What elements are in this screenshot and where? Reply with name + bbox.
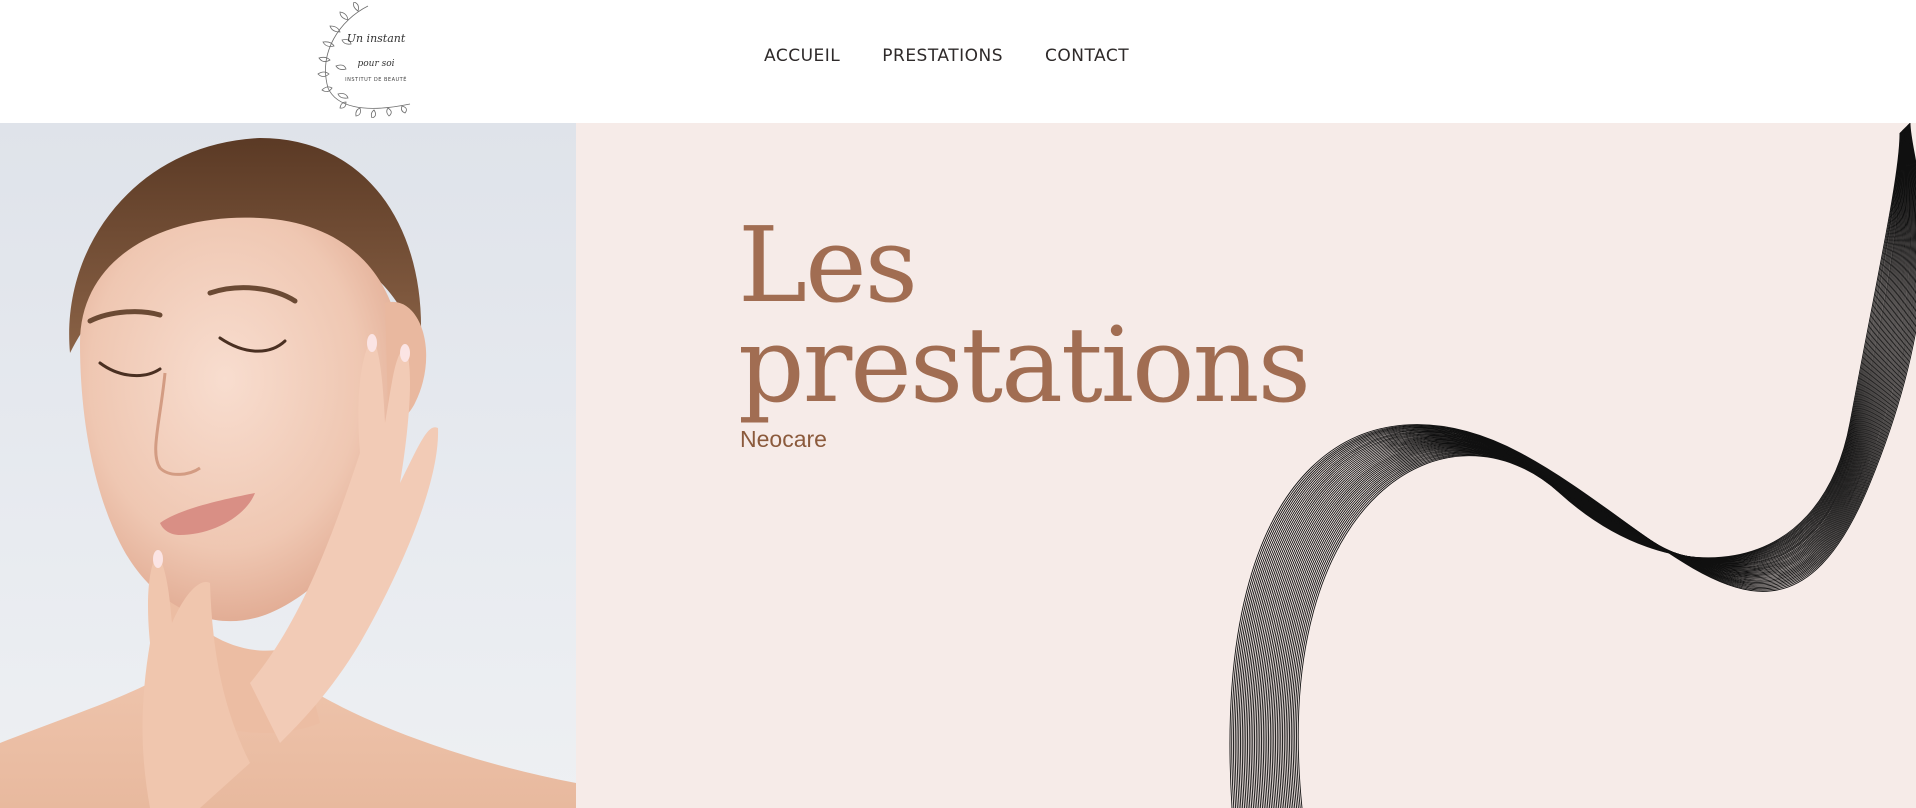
laurel-wreath-logo-icon: Un instant pour soi INSTITUT DE BEAUTÉ — [317, 2, 411, 118]
wave-line — [1296, 132, 1901, 808]
wave-line — [1257, 127, 1910, 808]
nav-contact[interactable]: CONTACT — [1045, 46, 1129, 66]
site-header: Un instant pour soi INSTITUT DE BEAUTÉ A… — [0, 0, 1916, 123]
logo-line2: pour soi — [357, 59, 394, 69]
hero-section: Les prestations Neocare — [0, 123, 1916, 808]
wave-line — [1264, 128, 1907, 808]
wave-line — [1241, 124, 1916, 808]
logo-line3: INSTITUT DE BEAUTÉ — [345, 75, 407, 83]
wave-line — [1254, 126, 1912, 808]
wave-line — [1240, 124, 1916, 808]
nav-prestations[interactable]: PRESTATIONS — [882, 46, 1003, 66]
wave-line — [1245, 125, 1916, 808]
logo-line1: Un instant — [347, 32, 406, 45]
hero-subtitle: Neocare — [740, 426, 827, 452]
main-nav: ACCUEIL PRESTATIONS CONTACT — [764, 46, 1129, 66]
wave-line — [1266, 128, 1907, 808]
wave-line — [1248, 125, 1914, 808]
wave-line — [1283, 130, 1903, 808]
wave-line — [1292, 132, 1902, 808]
page: Un instant pour soi INSTITUT DE BEAUTÉ A… — [0, 0, 1916, 808]
wave-line — [1289, 131, 1902, 808]
line-wave-pattern-icon — [1220, 123, 1916, 808]
nav-accueil[interactable]: ACCUEIL — [764, 46, 840, 66]
wave-line — [1271, 129, 1905, 808]
woman-skincare-portrait — [0, 123, 576, 808]
logo[interactable]: Un instant pour soi INSTITUT DE BEAUTÉ — [310, 2, 420, 118]
wave-line — [1275, 129, 1904, 808]
wave-line — [1231, 123, 1916, 808]
wave-line — [1280, 130, 1904, 808]
wave-line — [1236, 124, 1916, 808]
wave-line — [1262, 127, 1908, 808]
wave-line — [1250, 126, 1913, 808]
